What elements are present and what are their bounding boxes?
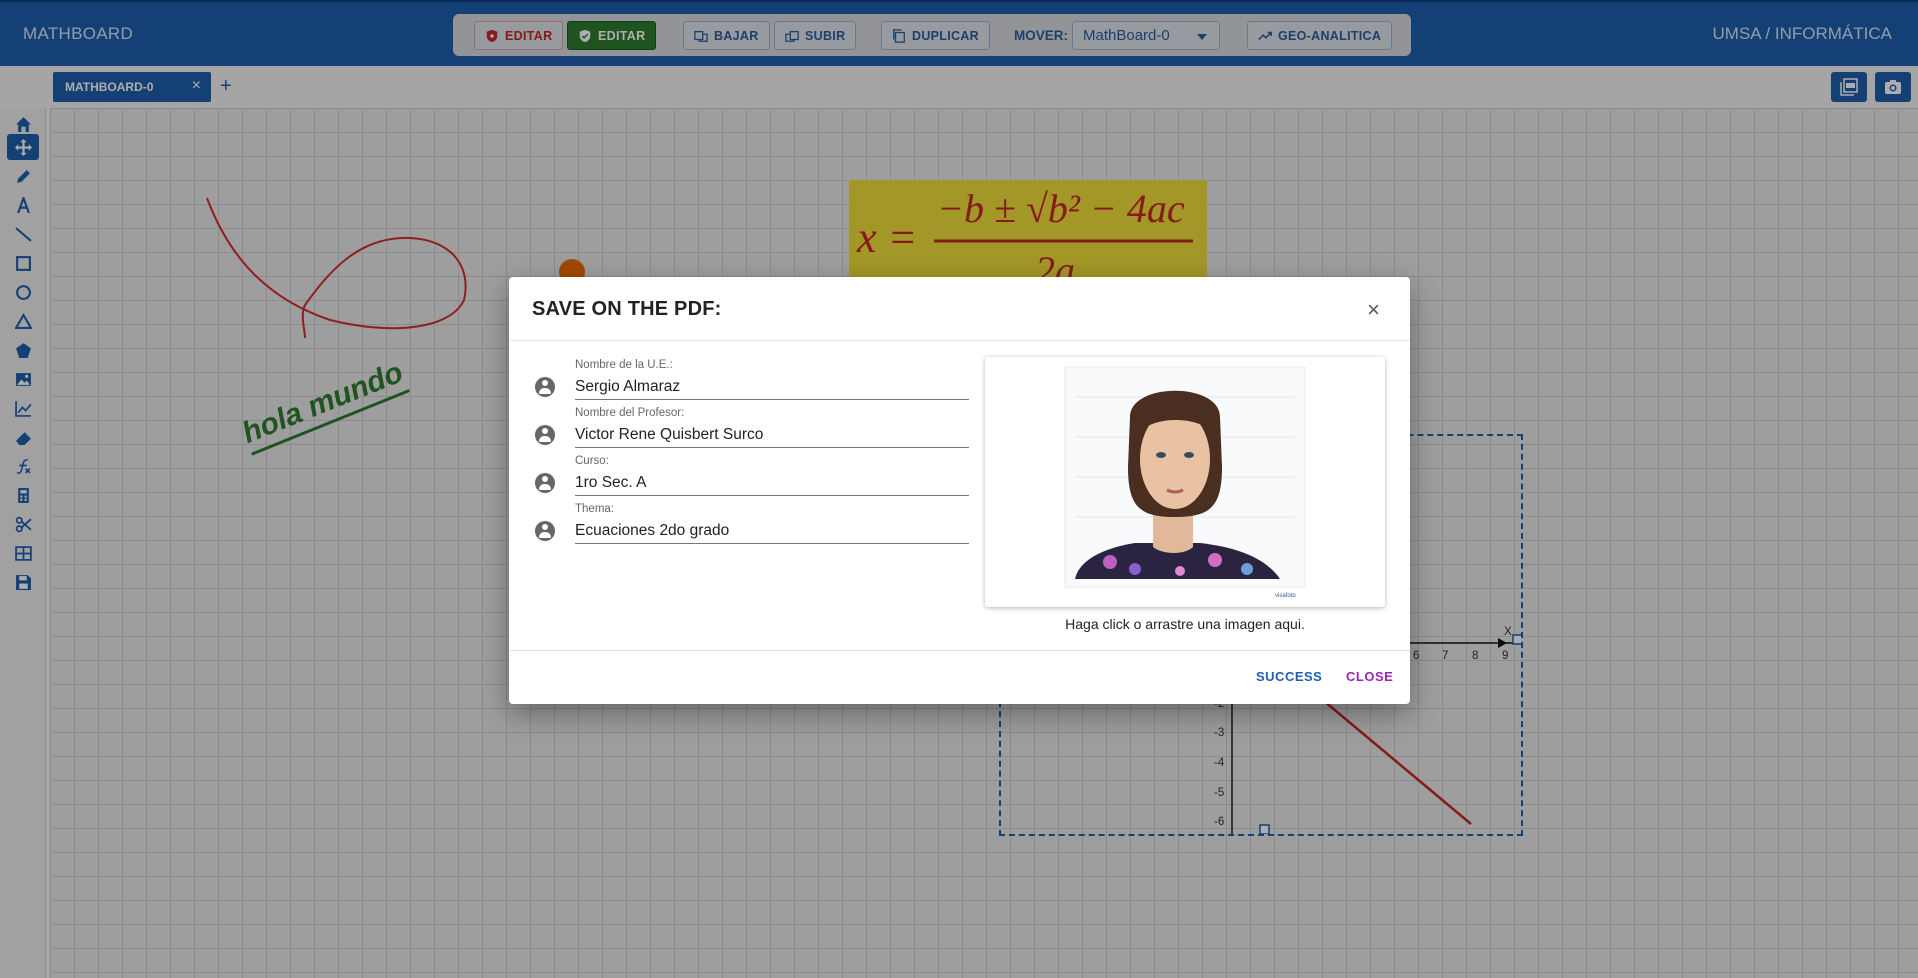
divider — [509, 650, 1410, 651]
close-icon[interactable]: × — [1367, 297, 1380, 323]
svg-text:visafoto: visafoto — [1275, 593, 1296, 599]
dropzone-caption: Haga click o arrastre una imagen aqui. — [1065, 616, 1305, 632]
professor-name-input[interactable]: Victor Rene Quisbert Surco — [575, 424, 969, 448]
close-button[interactable]: CLOSE — [1346, 669, 1393, 684]
account-circle-icon — [535, 377, 555, 397]
field-label: Curso: — [575, 455, 609, 467]
professor-name-field[interactable]: Nombre del Profesor: Victor Rene Quisber… — [535, 407, 969, 453]
dialog-title: SAVE ON THE PDF: — [532, 298, 722, 320]
portrait-photo: visafoto — [985, 357, 1385, 607]
success-button[interactable]: SUCCESS — [1256, 669, 1322, 684]
field-label: Nombre de la U.E.: — [575, 359, 673, 371]
thema-field[interactable]: Thema: Ecuaciones 2do grado — [535, 503, 969, 549]
image-dropzone[interactable]: visafoto — [985, 357, 1385, 607]
ue-name-input[interactable]: Sergio Almaraz — [575, 376, 969, 400]
curso-input[interactable]: 1ro Sec. A — [575, 472, 969, 496]
account-circle-icon — [535, 473, 555, 493]
ue-name-field[interactable]: Nombre de la U.E.: Sergio Almaraz — [535, 359, 969, 405]
account-circle-icon — [535, 521, 555, 541]
divider — [509, 340, 1410, 341]
account-circle-icon — [535, 425, 555, 445]
save-pdf-dialog: SAVE ON THE PDF: × Nombre de la U.E.: Se… — [509, 277, 1410, 704]
field-label: Thema: — [575, 503, 614, 515]
thema-input[interactable]: Ecuaciones 2do grado — [575, 520, 969, 544]
field-label: Nombre del Profesor: — [575, 407, 685, 419]
curso-field[interactable]: Curso: 1ro Sec. A — [535, 455, 969, 501]
